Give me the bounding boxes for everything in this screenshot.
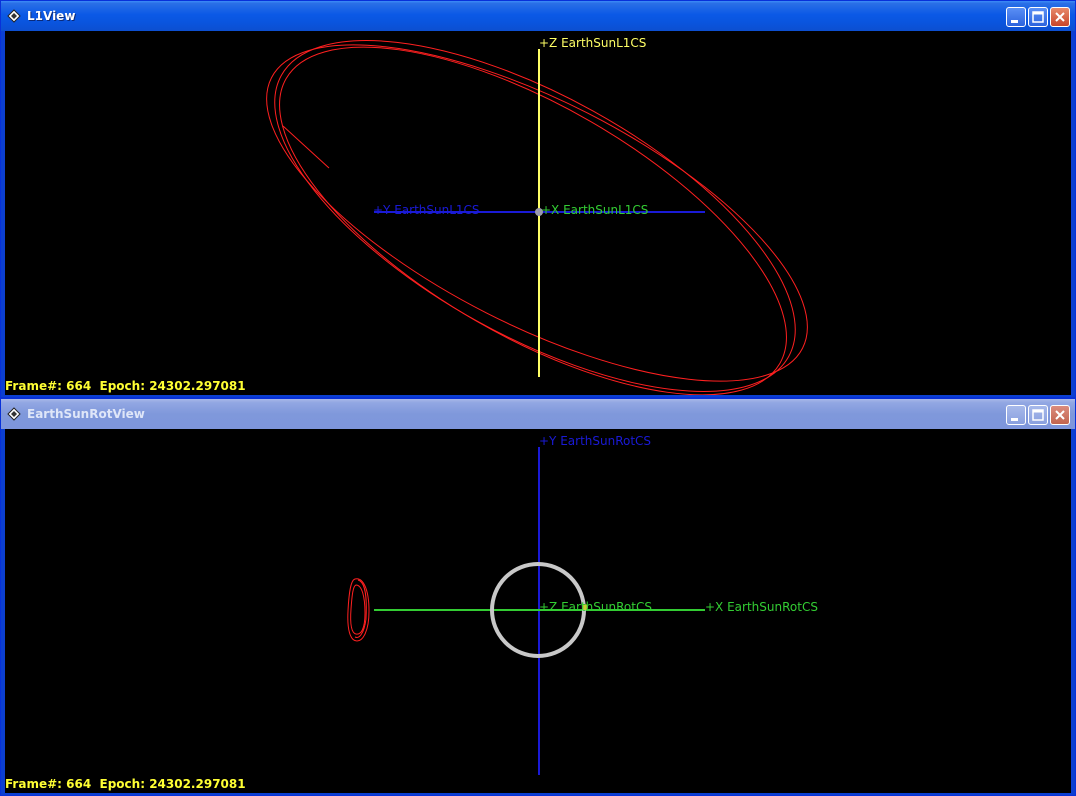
x-axis-label: +X EarthSunL1CS	[541, 203, 648, 217]
app-diamond-icon[interactable]	[7, 9, 21, 23]
window-title: EarthSunRotView	[27, 407, 145, 421]
maximize-icon	[1032, 11, 1044, 23]
close-button[interactable]	[1050, 7, 1070, 27]
earthsunrotview-titlebar[interactable]: EarthSunRotView	[1, 399, 1075, 429]
minimize-icon	[1011, 418, 1018, 421]
y-axis-label: +Y EarthSunRotCS	[539, 434, 651, 448]
close-icon	[1055, 12, 1065, 22]
l1view-scene: +Z EarthSunL1CS +Y EarthSunL1CS +X Earth…	[266, 36, 808, 395]
y-axis-label: +Y EarthSunL1CS	[373, 203, 480, 217]
maximize-button[interactable]	[1028, 7, 1048, 27]
frame-epoch-status: Frame#: 664 Epoch: 24302.297081	[5, 379, 246, 393]
earthsunrotview-window: EarthSunRotView +Y EarthSunRotCS +Z Eart…	[0, 398, 1076, 796]
l1view-titlebar[interactable]: L1View	[1, 1, 1075, 31]
maximize-button[interactable]	[1028, 405, 1048, 425]
earthsunrotview-viewport[interactable]: +Y EarthSunRotCS +Z EarthSunRotCS +X Ear…	[5, 429, 1071, 793]
x-axis-label: +X EarthSunRotCS	[705, 600, 818, 614]
window-title: L1View	[27, 9, 76, 23]
z-axis-label: +Z EarthSunRotCS	[539, 600, 652, 614]
frame-epoch-status: Frame#: 664 Epoch: 24302.297081	[5, 777, 246, 791]
close-icon	[1055, 410, 1065, 420]
l1view-window: L1View +Z EarthSunL1CS +Y EarthSunL1CS +…	[0, 0, 1076, 398]
minimize-button[interactable]	[1006, 405, 1026, 425]
earthsunrotview-scene: +Y EarthSunRotCS +Z EarthSunRotCS +X Ear…	[347, 434, 818, 775]
z-axis-label: +Z EarthSunL1CS	[539, 36, 646, 50]
minimize-button[interactable]	[1006, 7, 1026, 27]
maximize-icon	[1032, 409, 1044, 421]
close-button[interactable]	[1050, 405, 1070, 425]
l1view-viewport[interactable]: +Z EarthSunL1CS +Y EarthSunL1CS +X Earth…	[5, 31, 1071, 395]
spacecraft-orbit	[347, 578, 370, 642]
app-diamond-icon[interactable]	[7, 407, 21, 421]
minimize-icon	[1011, 20, 1018, 23]
